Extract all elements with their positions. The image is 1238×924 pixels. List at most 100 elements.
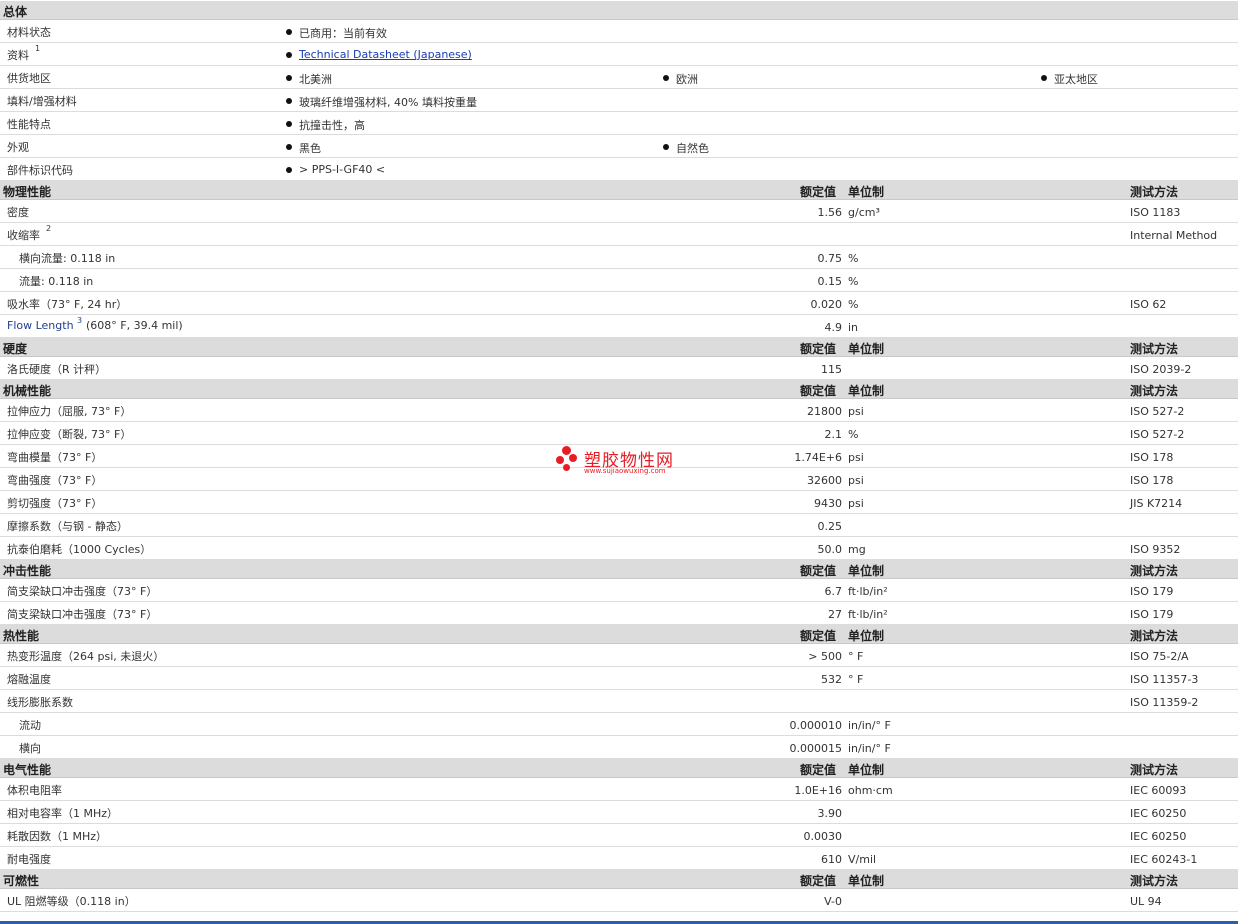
general-row-value: 抗撞击性，高	[299, 119, 365, 132]
general-row: 材料状态 已商用：当前有效	[0, 20, 1238, 43]
property-row: 拉伸应力（屈服, 73° F） 21800 psi ISO 527-2	[0, 399, 1238, 422]
property-unit: psi	[848, 451, 864, 464]
section-title: 物理性能	[3, 185, 52, 199]
property-value: 1.74E+6	[794, 451, 842, 464]
property-label: 弯曲强度（73° F）	[7, 474, 103, 487]
logo-dot	[563, 464, 570, 471]
property-row: Flow Length 3 (608° F, 39.4 mil) 4.9 in	[0, 315, 1238, 338]
property-value: V-0	[824, 895, 842, 908]
property-row: 横向 0.000015 in/in/° F	[0, 736, 1238, 759]
property-row: 简支梁缺口冲击强度（73° F） 6.7 ft·lb/in² ISO 179	[0, 579, 1238, 602]
property-label: 抗泰伯磨耗（1000 Cycles）	[7, 543, 152, 556]
property-method: ISO 527-2	[1130, 428, 1185, 441]
section-header: 冲击性能 额定值 单位制 测试方法	[0, 560, 1238, 579]
property-row: 耗散因数（1 MHz） 0.0030 IEC 60250	[0, 824, 1238, 847]
column-header-value: 额定值	[800, 763, 837, 777]
logo-dot	[556, 456, 564, 464]
property-row: 拉伸应变（断裂, 73° F） 2.1% ISO 527-2	[0, 422, 1238, 445]
section-header: 机械性能 额定值 单位制 测试方法	[0, 380, 1238, 399]
property-method: UL 94	[1130, 895, 1162, 908]
property-row: 密度 1.56 g/cm³ ISO 1183	[0, 200, 1238, 223]
section-header: 热性能 额定值 单位制 测试方法	[0, 625, 1238, 644]
section-title: 机械性能	[3, 384, 52, 398]
property-row: 熔融温度 532 ° F ISO 11357-3	[0, 667, 1238, 690]
property-row: 收缩率 2 Internal Method	[0, 223, 1238, 246]
property-value: 1.0E+16	[794, 784, 842, 797]
property-label: 熔融温度	[7, 673, 51, 686]
property-value: 115	[821, 363, 842, 376]
property-unit: in	[848, 321, 859, 334]
column-header-value: 额定值	[800, 629, 837, 643]
property-unit: ft·lb/in²	[848, 608, 888, 621]
property-unit: in/in/° F	[848, 742, 891, 755]
property-label: 横向	[19, 742, 41, 755]
property-row: UL 阻燃等级（0.118 in） V-0 UL 94	[0, 889, 1238, 912]
property-label: 热变形温度（264 psi, 未退火）	[7, 650, 165, 663]
property-value: 3.90	[817, 807, 843, 820]
property-condition: (608° F, 39.4 mil)	[86, 319, 183, 332]
general-row-value: 北美洲	[299, 73, 332, 86]
property-unit: psi	[848, 497, 864, 510]
property-row: 流量: 0.118 in 0.15%	[0, 269, 1238, 292]
property-label: 流动	[19, 719, 41, 732]
logo-dot	[562, 446, 571, 455]
property-unit: %	[848, 298, 859, 311]
watermark-logo: 塑胶物性网 www.sujiaowuxing.com	[556, 444, 686, 480]
property-row: 相对电容率（1 MHz） 3.90 IEC 60250	[0, 801, 1238, 824]
property-unit: V/mil	[848, 853, 877, 866]
general-row: 填料/增强材料 玻璃纤维增强材料, 40% 填料按重量	[0, 89, 1238, 112]
property-unit: mg	[848, 543, 866, 556]
property-label: 线形膨胀系数	[7, 696, 73, 709]
section-header: 物理性能 额定值 单位制 测试方法	[0, 181, 1238, 200]
property-row: 耐电强度 610 V/mil IEC 60243-1	[0, 847, 1238, 870]
bullet-icon	[286, 29, 292, 35]
property-value: 0.25	[817, 520, 843, 533]
section-title: 冲击性能	[3, 564, 52, 578]
general-row-value: 亚太地区	[1054, 73, 1098, 86]
property-value: 610	[821, 853, 842, 866]
property-unit: ft·lb/in²	[848, 585, 888, 598]
bullet-icon	[286, 121, 292, 127]
property-value: 21800	[807, 405, 842, 418]
column-header-value: 额定值	[800, 564, 837, 578]
property-method: ISO 11359-2	[1130, 696, 1199, 709]
general-row: 外观 黑色 自然色	[0, 135, 1238, 158]
bullet-icon	[286, 144, 292, 150]
section-title: 硬度	[3, 342, 28, 356]
column-header-unit: 单位制	[848, 564, 885, 578]
general-row: 供货地区 北美洲 欧洲 亚太地区	[0, 66, 1238, 89]
property-value: 27	[828, 608, 842, 621]
bullet-icon	[1041, 75, 1047, 81]
section-header-general: 总体	[0, 1, 1238, 20]
column-header-value: 额定值	[800, 874, 837, 888]
property-row: 线形膨胀系数 ISO 11359-2	[0, 690, 1238, 713]
datasheet-link[interactable]: Technical Datasheet (Japanese)	[299, 48, 472, 61]
property-value: 32600	[807, 474, 842, 487]
property-label: 拉伸应变（断裂, 73° F）	[7, 428, 132, 441]
property-value: 50.0	[817, 543, 843, 556]
property-unit: %	[848, 252, 859, 265]
bullet-icon	[286, 52, 292, 58]
column-header-unit: 单位制	[848, 342, 885, 356]
property-row: 横向流量: 0.118 in 0.75%	[0, 246, 1238, 269]
property-method: ISO 2039-2	[1130, 363, 1192, 376]
general-row-label: 材料状态	[7, 26, 51, 39]
property-method: ISO 9352	[1130, 543, 1181, 556]
property-unit: ° F	[848, 650, 864, 663]
property-value: 0.15	[817, 275, 843, 288]
column-header-method: 测试方法	[1130, 874, 1179, 888]
property-row: 热变形温度（264 psi, 未退火） > 500 ° F ISO 75-2/A	[0, 644, 1238, 667]
general-row-value: 黑色	[299, 142, 321, 155]
section-title: 可燃性	[3, 874, 40, 888]
column-header-method: 测试方法	[1130, 185, 1179, 199]
column-header-value: 额定值	[800, 384, 837, 398]
property-method: ISO 178	[1130, 451, 1174, 464]
property-label: 简支梁缺口冲击强度（73° F）	[7, 585, 158, 598]
bullet-icon	[663, 75, 669, 81]
property-label: 耗散因数（1 MHz）	[7, 830, 108, 843]
column-header-unit: 单位制	[848, 629, 885, 643]
property-row: 流动 0.000010 in/in/° F	[0, 713, 1238, 736]
property-method: ISO 62	[1130, 298, 1167, 311]
property-label: 横向流量: 0.118 in	[19, 252, 116, 265]
property-label: 洛氏硬度（R 计秤）	[7, 363, 107, 376]
